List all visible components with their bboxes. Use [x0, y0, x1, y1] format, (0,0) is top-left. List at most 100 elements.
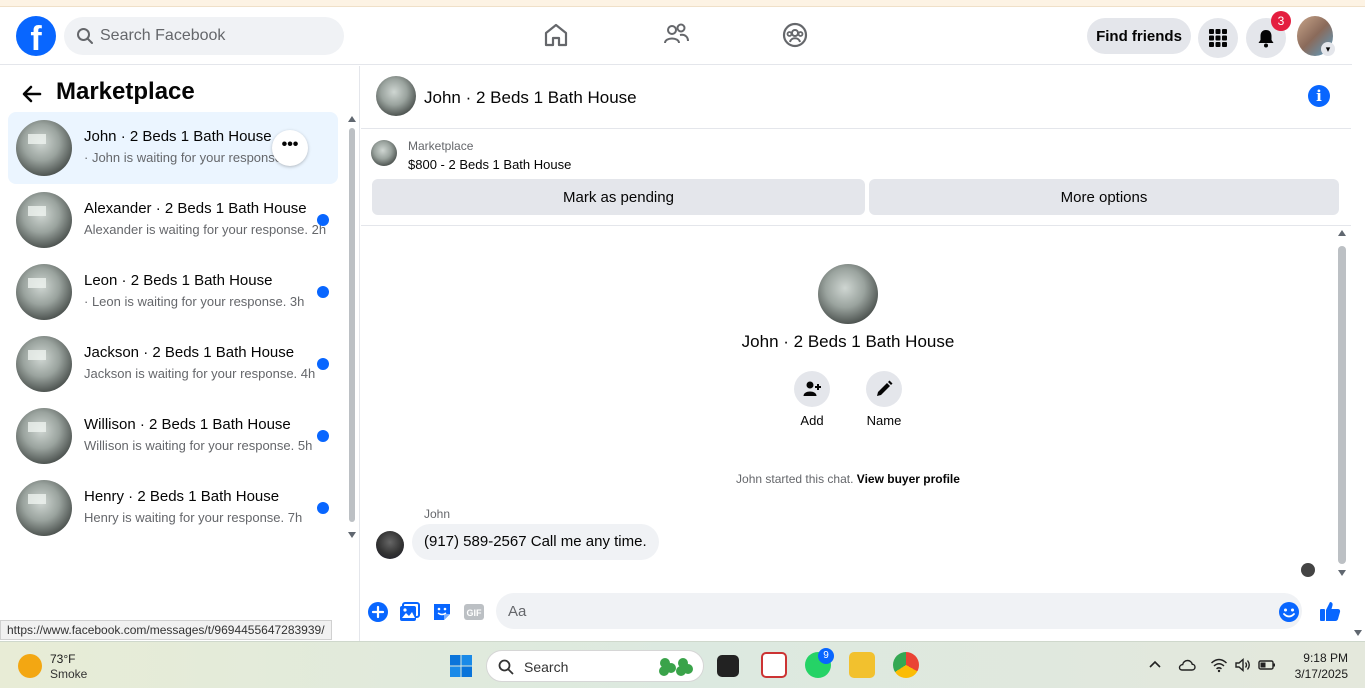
search-box[interactable]	[64, 17, 344, 55]
sender-avatar[interactable]	[376, 531, 404, 559]
chat-title[interactable]: John · 2 Beds 1 Bath House	[424, 88, 637, 108]
volume-icon[interactable]	[1234, 656, 1252, 674]
chat-started-text: John started this chat.	[736, 472, 854, 486]
thumbs-up-icon[interactable]	[1318, 599, 1342, 623]
conversation-avatar	[818, 264, 878, 324]
conversation-name: Alexander · 2 Beds 1 Bath House	[84, 200, 307, 217]
chevron-down-icon: ▾	[1321, 42, 1335, 56]
conversation-preview: Jackson is waiting for your response. 4h	[84, 366, 316, 381]
file-explorer-icon[interactable]	[849, 652, 875, 678]
listing-thumbnail	[16, 192, 72, 248]
clock-date: 3/17/2025	[1294, 667, 1348, 681]
listing-thumbnail[interactable]	[371, 140, 397, 166]
message-input[interactable]	[496, 593, 1302, 629]
message-bubble[interactable]: (917) 589-2567 Call me any time.	[412, 524, 659, 560]
unread-dot	[317, 358, 329, 370]
seen-indicator-avatar	[1301, 563, 1315, 577]
find-friends-button[interactable]: Find friends	[1087, 18, 1191, 54]
scrollbar-thumb[interactable]	[349, 128, 355, 522]
pencil-icon	[877, 380, 893, 396]
listing-thumbnail	[16, 264, 72, 320]
wifi-icon[interactable]	[1210, 656, 1228, 674]
emoji-icon[interactable]	[1278, 601, 1300, 623]
conversation-preview: Willison is waiting for your response. 5…	[84, 438, 313, 453]
unread-dot	[317, 286, 329, 298]
sticker-icon[interactable]	[431, 601, 453, 623]
conversation-item[interactable]: Willison · 2 Beds 1 Bath House Willison …	[8, 400, 338, 472]
windows-start-icon[interactable]	[449, 654, 473, 678]
conversation-title: John · 2 Beds 1 Bath House	[741, 332, 955, 351]
conversation-preview: Henry is waiting for your response. 7h	[84, 510, 303, 525]
weather-icon	[18, 654, 42, 678]
conversation-name: Henry · 2 Beds 1 Bath House	[84, 488, 280, 505]
profile-avatar[interactable]: ▾	[1297, 16, 1335, 56]
system-clock[interactable]: 9:18 PM 3/17/2025	[1290, 650, 1348, 682]
listing-thumbnail	[16, 120, 72, 176]
onedrive-cloud-icon[interactable]	[1178, 656, 1196, 674]
conversation-item[interactable]: Henry · 2 Beds 1 Bath House Henry is wai…	[8, 472, 338, 544]
snipping-tool-icon[interactable]	[761, 652, 787, 678]
svg-text:GIF: GIF	[467, 608, 483, 618]
more-options-button[interactable]: More options	[869, 179, 1339, 215]
temperature: 73°F	[50, 652, 76, 666]
battery-icon[interactable]	[1258, 656, 1276, 674]
bell-icon	[1258, 30, 1274, 48]
conversation-name: Leon · 2 Beds 1 Bath House	[84, 272, 273, 289]
conversation-preview: Alexander is waiting for your response. …	[84, 222, 327, 237]
home-icon[interactable]	[542, 21, 570, 49]
task-view-icon[interactable]	[717, 655, 739, 677]
message-thread: John · 2 Beds 1 Bath House Add Name John…	[361, 227, 1351, 587]
page-scroll-down-icon[interactable]	[1354, 630, 1362, 636]
info-icon[interactable]: i	[1308, 85, 1330, 107]
conversation-name: Willison · 2 Beds 1 Bath House	[84, 416, 291, 433]
conversation-list-scrollbar[interactable]	[347, 116, 357, 541]
unread-dot	[317, 502, 329, 514]
conversation-preview: · Leon is waiting for your response. 3h	[84, 294, 305, 309]
groups-icon[interactable]	[781, 21, 809, 49]
name-action[interactable]: Name	[854, 371, 914, 428]
scroll-up-icon[interactable]	[1338, 230, 1346, 236]
weather-condition: Smoke	[50, 667, 88, 681]
more-options-icon[interactable]: •••	[272, 130, 308, 166]
marketplace-conversation-list: Marketplace John · 2 Beds 1 Bath House ·…	[0, 66, 360, 641]
friends-icon[interactable]	[662, 21, 690, 49]
chrome-icon[interactable]	[893, 652, 919, 678]
clover-icon	[659, 658, 693, 676]
add-action[interactable]: Add	[782, 371, 842, 428]
scroll-down-icon[interactable]	[1338, 570, 1346, 576]
plus-circle-icon[interactable]	[367, 601, 389, 623]
conversation-name: Jackson · 2 Beds 1 Bath House	[84, 344, 295, 361]
gif-icon[interactable]: GIF	[463, 601, 485, 623]
search-input[interactable]	[100, 17, 330, 55]
edit-name-button[interactable]	[866, 371, 902, 407]
listing-price[interactable]: $800 - 2 Beds 1 Bath House	[408, 157, 571, 172]
mark-as-pending-button[interactable]: Mark as pending	[372, 179, 865, 215]
scroll-up-icon[interactable]	[348, 116, 356, 122]
photo-icon[interactable]	[399, 601, 421, 623]
conversation-item[interactable]: Jackson · 2 Beds 1 Bath House Jackson is…	[8, 328, 338, 400]
view-buyer-profile-link[interactable]: View buyer profile	[857, 472, 960, 486]
listing-thumbnail	[16, 408, 72, 464]
chat-header: John · 2 Beds 1 Bath House i	[361, 66, 1351, 129]
conversation-item[interactable]: Leon · 2 Beds 1 Bath House · Leon is wai…	[8, 256, 338, 328]
menu-button[interactable]	[1198, 18, 1238, 58]
message-thread-scrollbar[interactable]	[1337, 230, 1347, 580]
listing-thumbnail	[16, 480, 72, 536]
clock-time: 9:18 PM	[1303, 651, 1348, 665]
search-icon	[498, 659, 514, 675]
name-label: Name	[866, 413, 902, 428]
grid-menu-icon	[1209, 29, 1227, 47]
conversation-item[interactable]: John · 2 Beds 1 Bath House · John is wai…	[8, 112, 338, 184]
conversation-item[interactable]: Alexander · 2 Beds 1 Bath House Alexande…	[8, 184, 338, 256]
chevron-up-icon[interactable]	[1146, 656, 1164, 674]
taskbar-search[interactable]: Search	[486, 650, 704, 682]
message-composer: GIF	[361, 590, 1351, 634]
scroll-down-icon[interactable]	[348, 532, 356, 538]
facebook-logo-icon[interactable]: f	[16, 16, 56, 56]
scrollbar-thumb[interactable]	[1338, 246, 1346, 564]
back-arrow-icon[interactable]	[20, 82, 44, 106]
unread-dot	[317, 430, 329, 442]
chat-avatar[interactable]	[376, 76, 416, 116]
add-person-icon	[803, 381, 821, 396]
add-person-button[interactable]	[794, 371, 830, 407]
